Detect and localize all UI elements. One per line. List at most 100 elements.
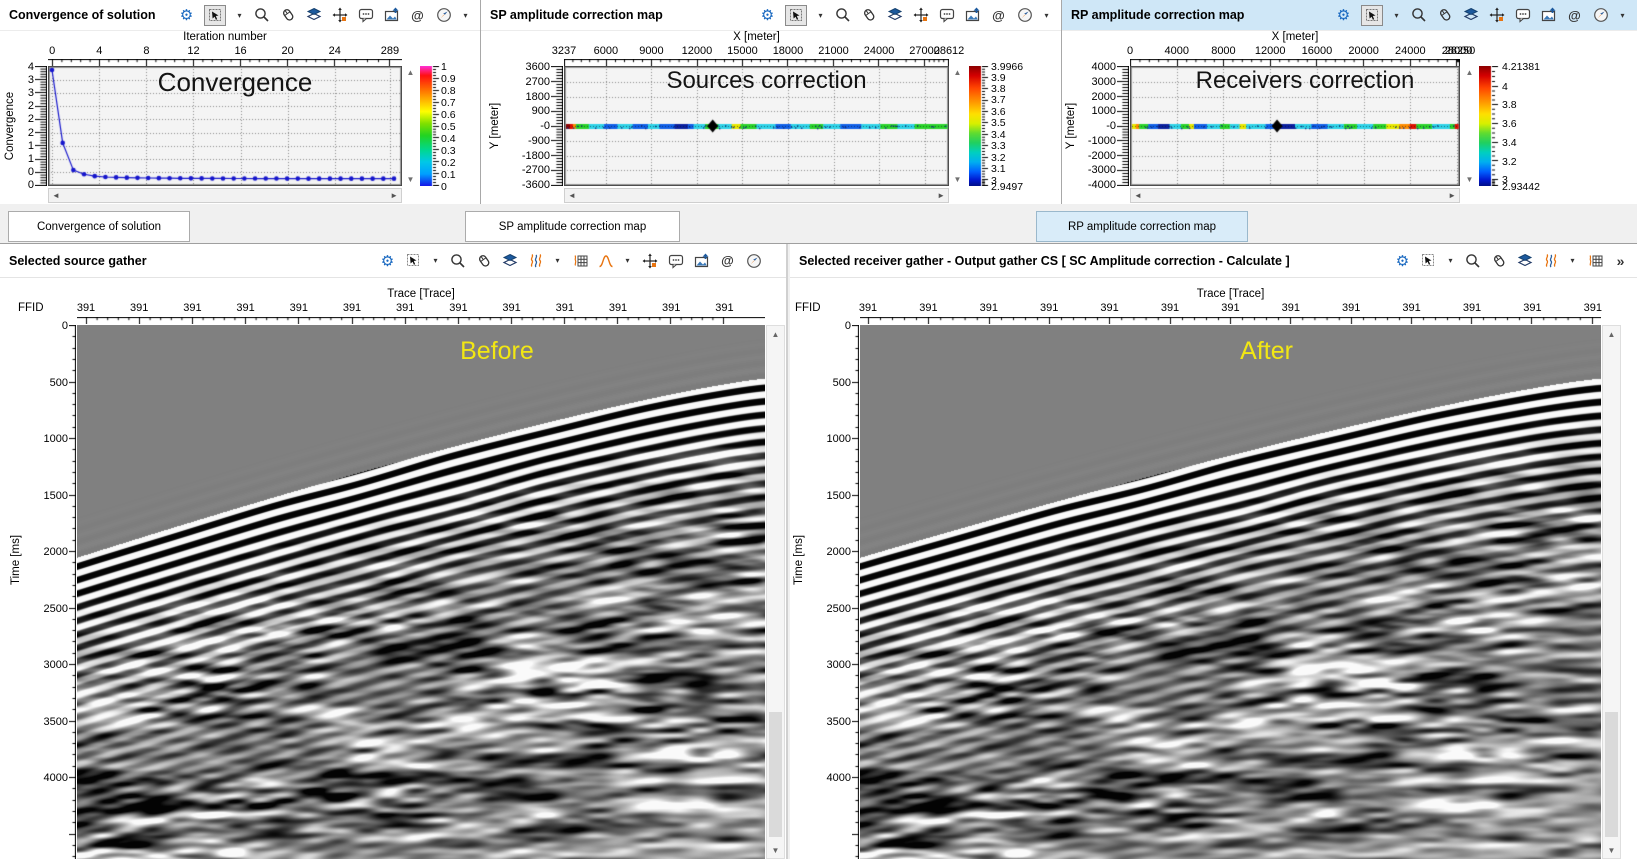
mouse-tool-icon[interactable] xyxy=(475,252,492,269)
dropdown-arrow[interactable]: ▾ xyxy=(1568,252,1577,269)
scroll-left-arrow[interactable]: ◄ xyxy=(1134,189,1142,202)
plot-horizontal-scrollbar[interactable]: ◄ ► xyxy=(564,188,949,203)
layers-icon[interactable] xyxy=(1516,252,1533,269)
vertical-scrollbar[interactable]: ▲ ▼ xyxy=(766,325,785,859)
y-tick-label: 3 xyxy=(8,87,34,99)
scroll-down-arrow[interactable]: ▼ xyxy=(767,842,784,858)
layers-icon[interactable] xyxy=(1462,7,1479,24)
zoom-ratio-icon[interactable]: @ xyxy=(409,7,426,24)
layers-icon[interactable] xyxy=(886,7,903,24)
plot-scroll-up-arrow[interactable]: ▲ xyxy=(951,66,964,79)
table-view-icon[interactable] xyxy=(1586,252,1603,269)
dropdown-arrow[interactable]: ▾ xyxy=(461,7,470,24)
plot-scroll-up-arrow[interactable]: ▲ xyxy=(1463,66,1476,79)
wiggle-display-icon[interactable] xyxy=(1542,252,1559,269)
settings-icon[interactable]: ⚙ xyxy=(1335,7,1352,24)
zoom-icon[interactable] xyxy=(449,252,466,269)
compass-icon[interactable] xyxy=(435,7,452,24)
export-image-icon[interactable] xyxy=(693,252,710,269)
comment-icon[interactable] xyxy=(938,7,955,24)
seismic-image-before[interactable] xyxy=(77,325,765,859)
compass-icon[interactable] xyxy=(1016,7,1033,24)
wiggle-display-icon[interactable] xyxy=(527,252,544,269)
zoom-icon[interactable] xyxy=(1464,252,1481,269)
plot-horizontal-scrollbar[interactable]: ◄ ► xyxy=(1130,188,1460,203)
plot-horizontal-scrollbar[interactable]: ◄ ► xyxy=(48,188,402,203)
scroll-right-arrow[interactable]: ► xyxy=(1448,189,1456,202)
tab-rp-amplitude-correction-map[interactable]: RP amplitude correction map xyxy=(1036,211,1248,242)
tab-sp-amplitude-correction-map[interactable]: SP amplitude correction map xyxy=(465,211,680,242)
pointer-select-icon[interactable] xyxy=(785,5,807,26)
dropdown-arrow[interactable]: ▾ xyxy=(1042,7,1051,24)
export-image-icon[interactable] xyxy=(964,7,981,24)
scroll-left-arrow[interactable]: ◄ xyxy=(52,189,60,202)
settings-icon[interactable]: ⚙ xyxy=(379,252,396,269)
compass-icon[interactable] xyxy=(1592,7,1609,24)
export-image-icon[interactable] xyxy=(383,7,400,24)
scrollbar-thumb[interactable] xyxy=(1605,712,1618,837)
settings-icon[interactable]: ⚙ xyxy=(759,7,776,24)
zoom-ratio-icon[interactable]: @ xyxy=(719,252,736,269)
tab-convergence-of-solution[interactable]: Convergence of solution xyxy=(8,211,190,242)
y-tick-label: 2000 xyxy=(1086,91,1116,103)
scroll-right-arrow[interactable]: ► xyxy=(937,189,945,202)
zoom-icon[interactable] xyxy=(1410,7,1427,24)
pointer-select-icon[interactable] xyxy=(1361,5,1383,26)
comment-icon[interactable] xyxy=(667,252,684,269)
scrollbar-thumb[interactable] xyxy=(769,712,782,837)
comment-icon[interactable] xyxy=(1514,7,1531,24)
move-crosshair-icon[interactable] xyxy=(1488,7,1505,24)
x-tick-label: 289 xyxy=(381,45,399,57)
pointer-select-icon[interactable] xyxy=(204,5,226,26)
seismic-image-after[interactable] xyxy=(860,325,1601,859)
zoom-icon[interactable] xyxy=(834,7,851,24)
dropdown-arrow[interactable]: ▾ xyxy=(553,252,562,269)
settings-icon[interactable]: ⚙ xyxy=(1394,252,1411,269)
plot-scroll-down-arrow[interactable]: ▼ xyxy=(1463,173,1476,186)
scroll-up-arrow[interactable]: ▲ xyxy=(767,326,784,342)
scroll-down-arrow[interactable]: ▼ xyxy=(1603,842,1620,858)
x-tick-label: 8 xyxy=(143,45,149,57)
zoom-ratio-icon[interactable]: @ xyxy=(1566,7,1583,24)
export-image-icon[interactable] xyxy=(1540,7,1557,24)
zoom-ratio-icon[interactable]: @ xyxy=(990,7,1007,24)
mouse-tool-icon[interactable] xyxy=(279,7,296,24)
compass-icon[interactable] xyxy=(745,252,762,269)
dropdown-arrow[interactable]: ▾ xyxy=(431,252,440,269)
dropdown-arrow[interactable]: ▾ xyxy=(816,7,825,24)
scroll-up-arrow[interactable]: ▲ xyxy=(1603,326,1620,342)
dropdown-arrow[interactable]: ▾ xyxy=(1618,7,1627,24)
table-view-icon[interactable] xyxy=(571,252,588,269)
layers-icon[interactable] xyxy=(305,7,322,24)
layers-icon[interactable] xyxy=(501,252,518,269)
scroll-right-arrow[interactable]: ► xyxy=(390,189,398,202)
dropdown-arrow[interactable]: ▾ xyxy=(1392,7,1401,24)
move-crosshair-icon[interactable] xyxy=(331,7,348,24)
rp-map-panel-title: RP amplitude correction map xyxy=(1062,8,1244,22)
x-axis-ruler xyxy=(48,59,402,66)
time-tick-label: 2000 xyxy=(815,546,851,558)
plot-scroll-up-arrow[interactable]: ▲ xyxy=(404,66,417,79)
mouse-tool-icon[interactable] xyxy=(1490,252,1507,269)
dropdown-arrow[interactable]: ▾ xyxy=(235,7,244,24)
move-crosshair-icon[interactable] xyxy=(641,252,658,269)
pointer-select-icon[interactable] xyxy=(1420,252,1437,269)
plot-scroll-down-arrow[interactable]: ▼ xyxy=(404,173,417,186)
zoom-icon[interactable] xyxy=(253,7,270,24)
pointer-select-icon[interactable] xyxy=(405,252,422,269)
scroll-left-arrow[interactable]: ◄ xyxy=(568,189,576,202)
dropdown-arrow[interactable]: ▾ xyxy=(1446,252,1455,269)
move-crosshair-icon[interactable] xyxy=(912,7,929,24)
vertical-scrollbar[interactable]: ▲ ▼ xyxy=(1602,325,1621,859)
y-tick-label: 4 xyxy=(8,61,34,73)
mouse-tool-icon[interactable] xyxy=(860,7,877,24)
mouse-tool-icon[interactable] xyxy=(1436,7,1453,24)
plot-scroll-down-arrow[interactable]: ▼ xyxy=(951,173,964,186)
dropdown-arrow[interactable]: ▾ xyxy=(623,252,632,269)
picking-icon[interactable] xyxy=(597,252,614,269)
toolbar-overflow-icon[interactable]: » xyxy=(1612,252,1629,269)
time-tick-label: 3500 xyxy=(32,716,68,728)
colorbar-tick-label: 3.8 xyxy=(991,83,1006,95)
comment-icon[interactable] xyxy=(357,7,374,24)
settings-icon[interactable]: ⚙ xyxy=(178,7,195,24)
